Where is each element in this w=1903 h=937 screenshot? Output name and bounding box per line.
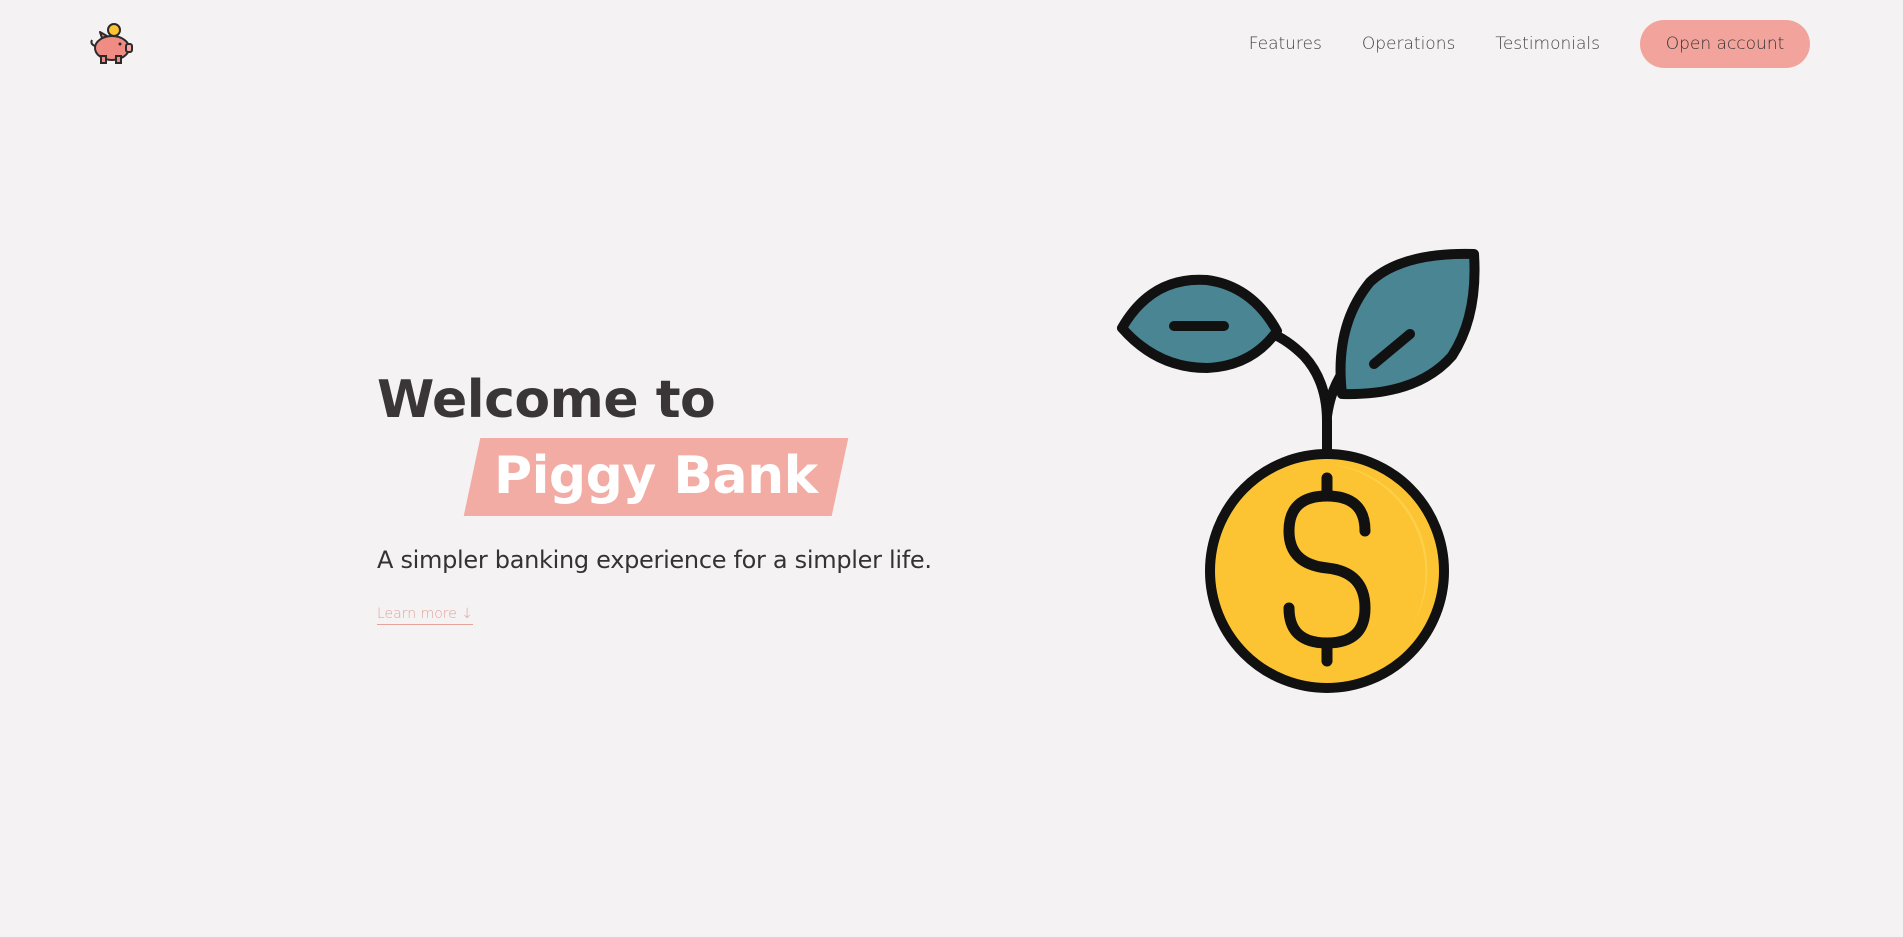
hero-section: Welcome to Piggy Bank A simpler banking … bbox=[377, 368, 997, 625]
learn-more-link[interactable]: Learn more ↓ bbox=[377, 606, 474, 625]
nav-link-testimonials[interactable]: Testimonials bbox=[1495, 34, 1600, 54]
hero-title: Welcome to Piggy Bank bbox=[377, 368, 997, 516]
top-navigation: Features Operations Testimonials Open ac… bbox=[0, 0, 1903, 90]
money-plant-coin-icon bbox=[1112, 246, 1492, 706]
hero-title-line: Welcome to bbox=[377, 370, 716, 430]
hero-highlight-text: Piggy Bank bbox=[494, 446, 818, 506]
nav-links: Features Operations Testimonials Open ac… bbox=[1249, 20, 1810, 68]
hero-subtitle: A simpler banking experience for a simpl… bbox=[377, 546, 932, 574]
landing-page: Features Operations Testimonials Open ac… bbox=[0, 0, 1903, 937]
nav-link-operations[interactable]: Operations bbox=[1362, 34, 1455, 54]
nav-link-features[interactable]: Features bbox=[1249, 34, 1322, 54]
open-account-button[interactable]: Open account bbox=[1640, 20, 1810, 68]
piggy-bank-logo-icon[interactable] bbox=[88, 22, 136, 66]
hero-highlight: Piggy Bank bbox=[463, 438, 849, 516]
